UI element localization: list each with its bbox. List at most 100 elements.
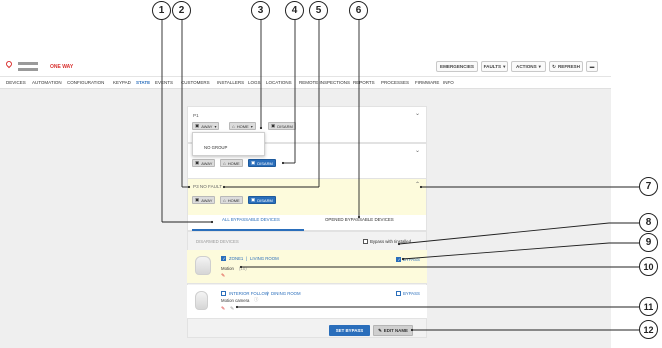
wrench-icon[interactable]: ✎: [221, 273, 225, 279]
chevron-down-icon: ▾: [250, 123, 253, 129]
bypass-label: BYPASS: [403, 291, 420, 296]
edit-icon[interactable]: ✎: [230, 306, 234, 312]
home-button[interactable]: ⌂ HOME ▾: [229, 122, 256, 130]
chat-button[interactable]: ▬: [586, 61, 598, 72]
callout-6: 6: [349, 1, 368, 20]
nav-item-logs[interactable]: LOGS: [248, 80, 261, 85]
disarm-button[interactable]: ▣ DISARM: [248, 196, 276, 204]
emergencies-label: EMERGENCIES: [440, 64, 474, 69]
nav-item-firmware[interactable]: FIRMWARE: [415, 80, 439, 85]
nav-item-events[interactable]: EVENTS: [155, 80, 173, 85]
callout-2: 2: [172, 1, 191, 20]
edit-name-button[interactable]: ✎ EDIT NAME: [373, 325, 413, 336]
device-location[interactable]: LIVING ROOM: [250, 256, 279, 261]
wrench-icon[interactable]: ✎: [221, 306, 225, 312]
home-icon: ⌂: [223, 160, 226, 166]
nav-item-devices[interactable]: DEVICES: [6, 80, 26, 85]
home-button[interactable]: ⌂ HOME: [220, 196, 243, 204]
chevron-down-icon[interactable]: ⌄: [415, 110, 420, 117]
disarm-label: DISARM: [257, 160, 273, 166]
callout-11: 11: [639, 297, 658, 316]
nav-item-processes[interactable]: PROCESSES: [381, 80, 409, 85]
device-type: Motion camera: [221, 298, 250, 303]
away-label: AWAY: [201, 123, 213, 129]
info-icon: ⓘ: [254, 297, 259, 302]
home-label: HOME: [236, 123, 249, 129]
lock-icon: ▣: [195, 160, 200, 165]
motion-sensor-image: [195, 256, 211, 275]
tab-opened-bypassable[interactable]: OPENED BYPASSABLE DEVICES: [325, 217, 394, 222]
bypass-checkbox[interactable]: [396, 291, 401, 296]
bypass-all-checkbox[interactable]: [363, 239, 368, 244]
home-icon: ⌂: [232, 123, 235, 129]
callout-1: 1: [152, 1, 171, 20]
separator: |: [246, 256, 248, 261]
device-id[interactable]: INTERIOR FOLLOW: [229, 291, 269, 296]
device-type-count: (10): [239, 266, 247, 271]
device-type: Motion: [221, 266, 234, 271]
faults-button[interactable]: FAULTS ▾: [481, 61, 508, 72]
disarm-button[interactable]: ▣ DISARM: [268, 122, 296, 130]
away-label: AWAY: [201, 160, 213, 166]
disarm-label: DISARM: [277, 123, 293, 129]
nav-item-remote-inspections[interactable]: REMOTE INSPECTIONS: [299, 80, 350, 85]
home-dropdown-menu: NO GROUP: [192, 132, 265, 156]
nav-item-configuration[interactable]: CONFIGURATION: [67, 80, 104, 85]
pencil-icon: ✎: [378, 327, 382, 333]
away-button[interactable]: ▣ AWAY: [192, 159, 216, 167]
home-label: HOME: [227, 160, 240, 166]
nav-item-reports[interactable]: REPORTS: [353, 80, 375, 85]
unlock-icon: ▣: [251, 160, 256, 165]
nav-item-locations[interactable]: LOCATIONS: [266, 80, 292, 85]
home-label: HOME: [227, 197, 240, 203]
motion-camera-image: [195, 291, 208, 310]
disarm-button[interactable]: ▣ DISARM: [248, 159, 276, 167]
nav-item-customers[interactable]: CUSTOMERS: [181, 80, 210, 85]
lock-icon: ▣: [195, 197, 200, 202]
brand-label: ONE WAY: [50, 64, 74, 70]
faults-label: FAULTS: [483, 64, 502, 69]
main-nav: DEVICES AUTOMATION CONFIGURATION KEYPAD STAT…: [0, 77, 611, 89]
chevron-down-icon: ▾: [538, 63, 541, 69]
set-bypass-button[interactable]: SET BYPASS: [329, 325, 370, 336]
emergencies-button[interactable]: EMERGENCIES: [436, 61, 478, 72]
away-button[interactable]: ▣ AWAY: [192, 196, 216, 204]
home-button[interactable]: ⌂ HOME: [220, 159, 243, 167]
device-location[interactable]: DINING ROOM: [271, 291, 301, 296]
bypass-checkbox[interactable]: [396, 257, 401, 262]
unlock-icon: ▣: [271, 123, 276, 128]
refresh-button[interactable]: ↻ REFRESH: [549, 61, 583, 72]
logo-icon: [18, 62, 38, 65]
chevron-down-icon[interactable]: ⌄: [415, 147, 420, 154]
away-label: AWAY: [201, 197, 213, 203]
chevron-down-icon: ▾: [214, 123, 217, 129]
unlock-icon: ▣: [251, 197, 256, 202]
top-bar: ONE WAY EMERGENCIES FAULTS ▾ ACTIONS ▾ ↻…: [0, 55, 611, 77]
device-id[interactable]: ZONE1: [229, 256, 243, 261]
nav-item-keypad[interactable]: KEYPAD: [113, 80, 131, 85]
bypass-label: BYPASS: [403, 257, 420, 262]
callout-4: 4: [285, 1, 304, 20]
nav-item-automation[interactable]: AUTOMATION: [32, 80, 62, 85]
tab-all-bypassable[interactable]: ALL BYPASSABLE DEVICES: [222, 217, 280, 222]
logo-icon: [18, 68, 38, 71]
callout-7: 7: [639, 177, 658, 196]
actions-label: ACTIONS: [516, 64, 537, 69]
callout-5: 5: [309, 1, 328, 20]
nav-item-info[interactable]: INFO: [443, 80, 454, 85]
actions-button[interactable]: ACTIONS ▾: [511, 61, 546, 72]
chevron-up-icon[interactable]: ⌃: [415, 181, 420, 188]
dropdown-item-no-group[interactable]: NO GROUP: [204, 145, 227, 150]
device-select-checkbox[interactable]: [221, 291, 226, 296]
bypass-all-label: Bypass with Iinstalled: [370, 239, 412, 244]
lock-icon: ▣: [195, 123, 200, 128]
refresh-icon: ↻: [552, 63, 556, 69]
away-button[interactable]: ▣ AWAY ▾: [192, 122, 220, 130]
section-title: P1: [193, 113, 199, 118]
set-bypass-label: SET BYPASS: [335, 328, 364, 333]
home-icon: ⌂: [223, 197, 226, 203]
nav-item-installers[interactable]: INSTALLERS: [217, 80, 244, 85]
nav-item-state[interactable]: STATE: [136, 80, 150, 85]
device-select-checkbox[interactable]: [221, 256, 226, 261]
chevron-down-icon: ▾: [503, 63, 506, 69]
